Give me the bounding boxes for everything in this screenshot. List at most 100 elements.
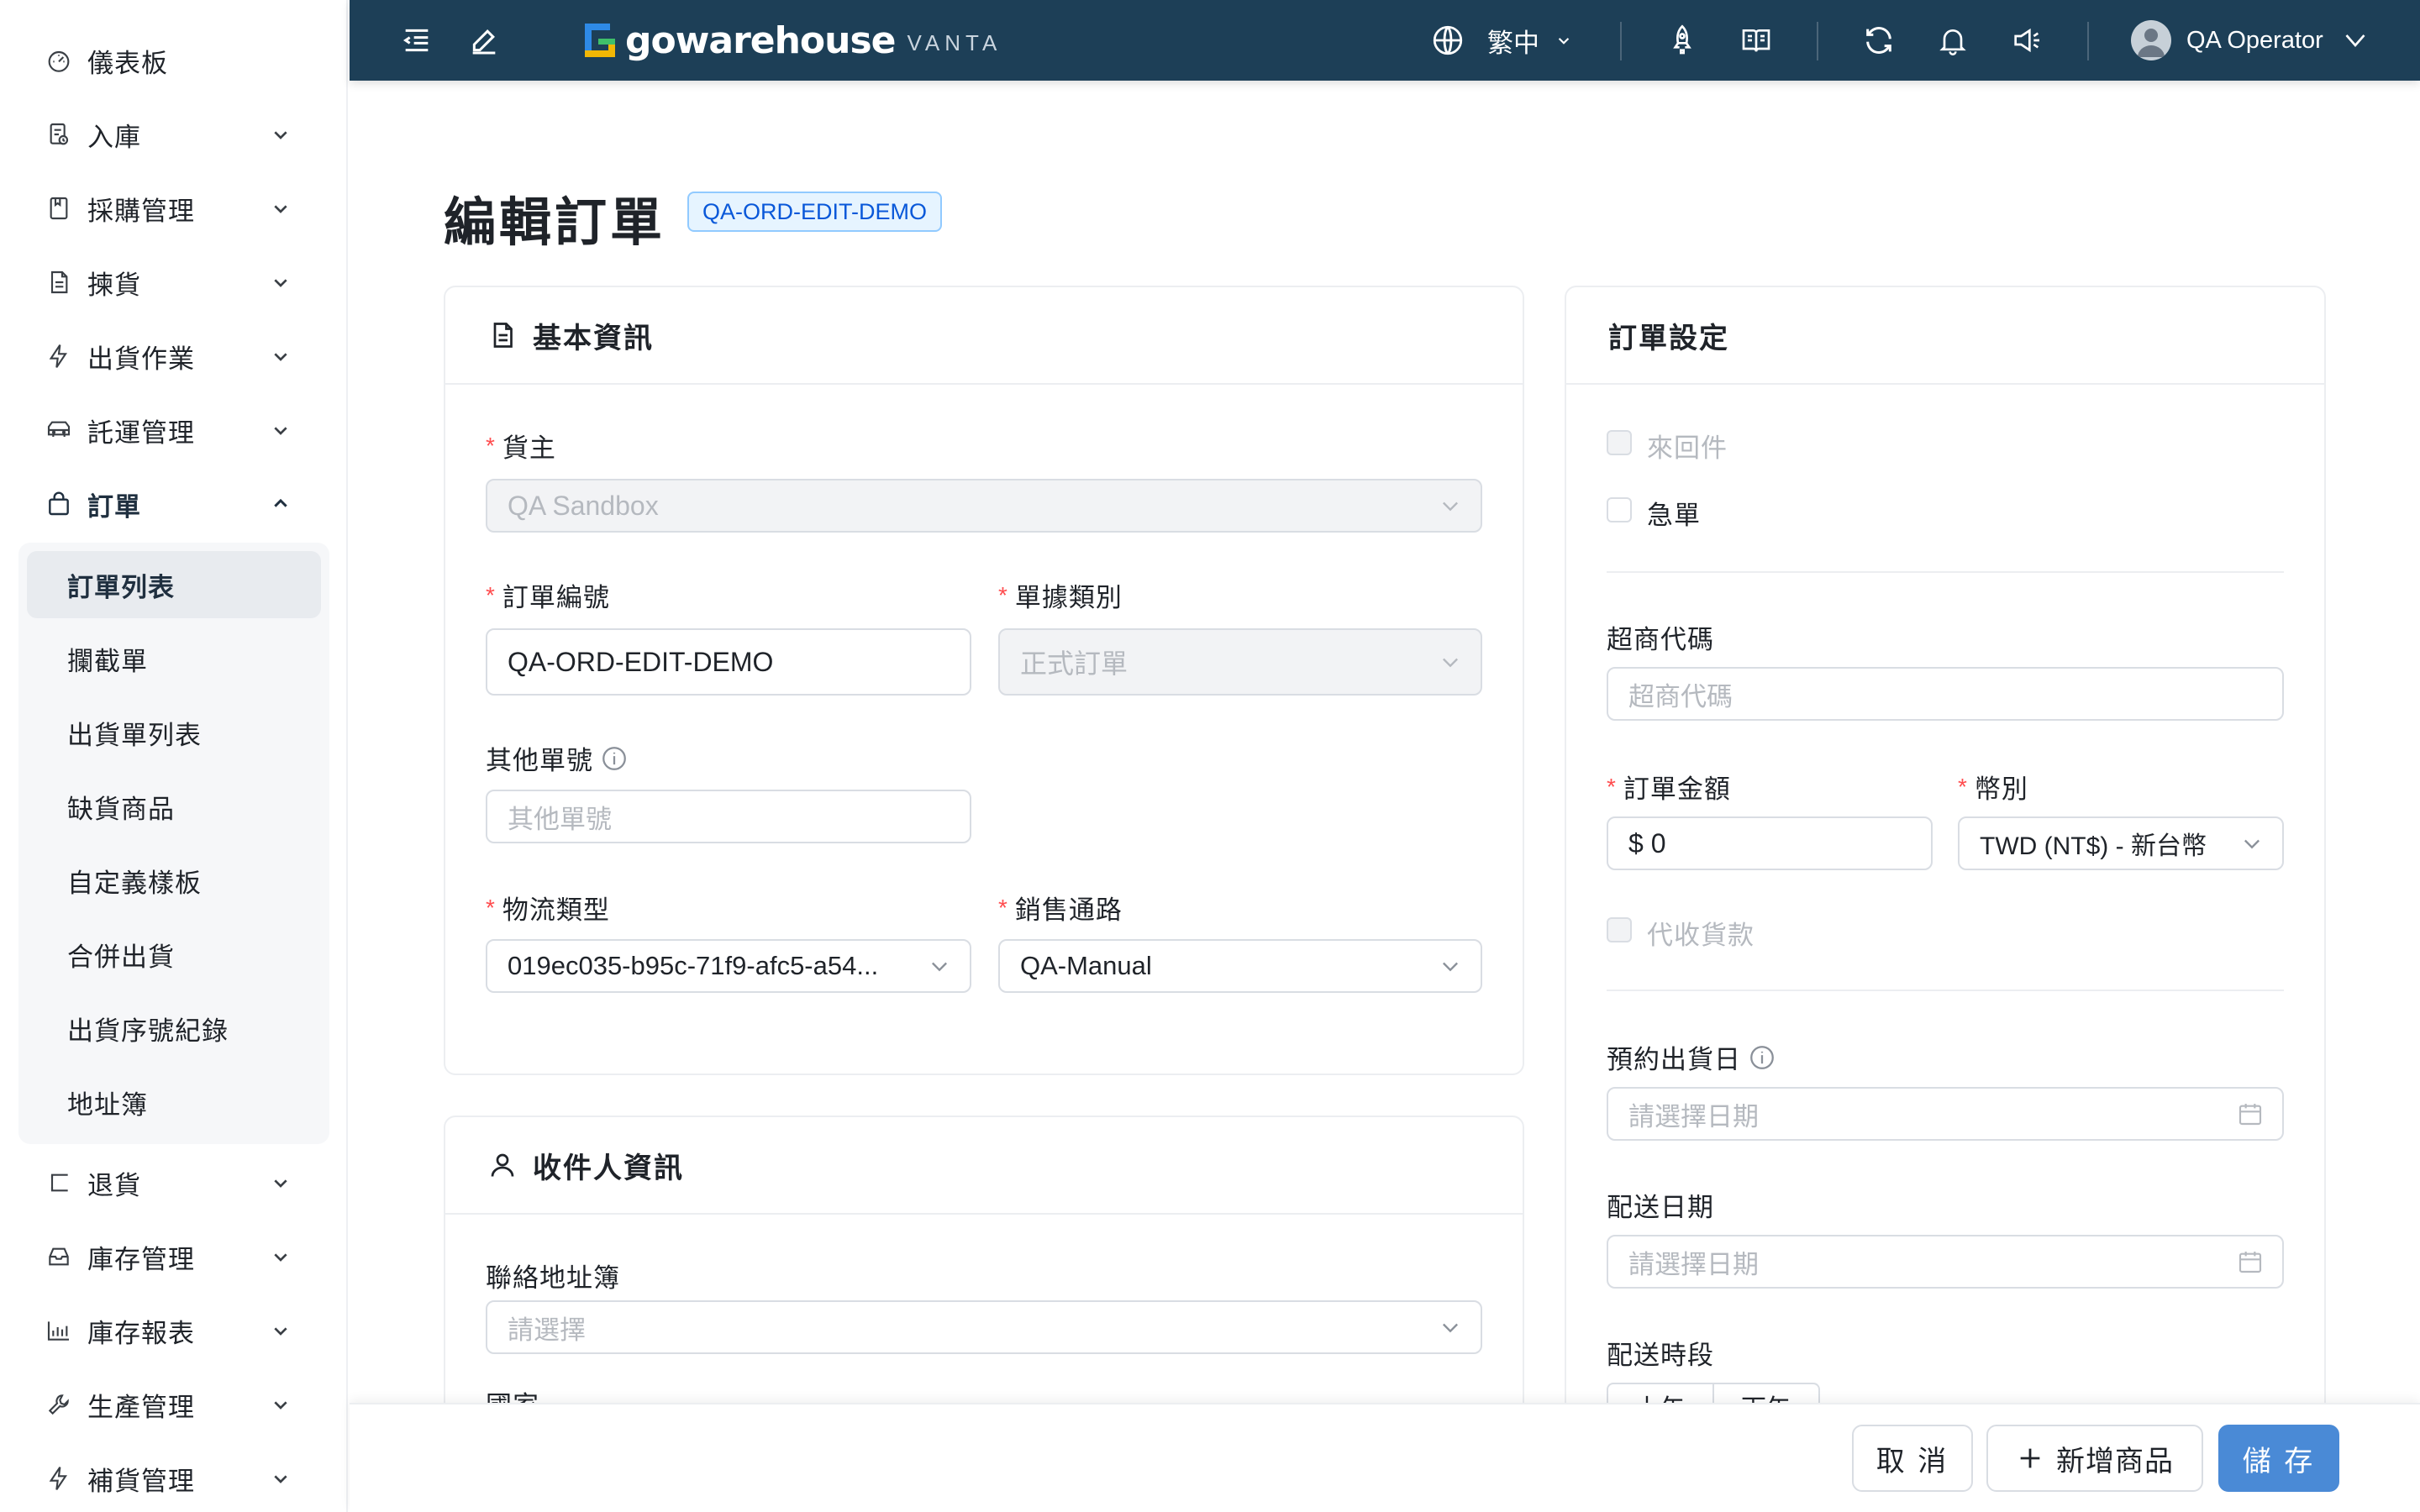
divider: [1607, 571, 2284, 573]
address-book-label: 聯絡地址簿: [486, 1257, 620, 1294]
rocket-icon[interactable]: [1662, 20, 1702, 60]
delivery-date-label: 配送日期: [1607, 1186, 1714, 1224]
order-no-input[interactable]: QA-ORD-EDIT-DEMO: [486, 628, 971, 696]
owner-select[interactable]: QA Sandbox: [486, 479, 1482, 533]
ship-date-label: 預約出貨日: [1607, 1038, 1776, 1076]
required-mark: *: [486, 581, 496, 608]
cod-label: 代收貨款: [1647, 921, 1754, 950]
cancel-button[interactable]: 取 消: [1852, 1425, 1973, 1492]
card-header: 基本資訊: [445, 287, 1523, 385]
sound-icon[interactable]: [2007, 20, 2047, 60]
submenu-item-shipment-list[interactable]: 出貨單列表: [27, 699, 321, 766]
save-button[interactable]: 儲 存: [2218, 1425, 2339, 1492]
cod-checkbox[interactable]: [1607, 917, 1632, 942]
add-product-button[interactable]: 新增商品: [1986, 1425, 2203, 1492]
time-slot-label-text: 配送時段: [1607, 1341, 1714, 1370]
chevron-down-icon: [932, 962, 947, 972]
card-title: 基本資訊: [533, 322, 654, 354]
chevron-down-icon: [274, 353, 287, 361]
inventory-icon: [44, 1242, 74, 1272]
submenu-item-intercept[interactable]: 攔截單: [27, 625, 321, 692]
sidebar-item-replenishment[interactable]: 補貨管理: [0, 1445, 348, 1512]
submenu-item-order-list[interactable]: 訂單列表: [27, 551, 321, 618]
sidebar-item-inventory[interactable]: 庫存管理: [0, 1223, 348, 1290]
refresh-icon[interactable]: [1859, 20, 1899, 60]
address-book-select[interactable]: 請選擇: [486, 1300, 1482, 1354]
ship-date-placeholder: 請選擇日期: [1628, 1101, 1759, 1131]
page-title: 編輯訂單: [444, 194, 666, 252]
submenu-item-address-book[interactable]: 地址簿: [27, 1068, 321, 1136]
sales-channel-select[interactable]: QA-Manual: [998, 939, 1482, 993]
calendar-icon: [2238, 1104, 2262, 1126]
ship-date-picker[interactable]: 請選擇日期: [1607, 1087, 2284, 1141]
info-icon[interactable]: [600, 744, 629, 773]
sidebar-item-inventory-report[interactable]: 庫存報表: [0, 1297, 348, 1364]
chevron-down-icon: [274, 1401, 287, 1410]
sidebar-item-inbound[interactable]: 入庫: [0, 101, 348, 168]
sidebar-item-shipping[interactable]: 出貨作業: [0, 323, 348, 390]
ship-date-label-text: 預約出貨日: [1607, 1045, 1741, 1074]
menu-fold-icon[interactable]: [397, 20, 437, 60]
chevron-down-icon: [274, 1327, 287, 1336]
order-amount-input[interactable]: $ 0: [1607, 816, 1933, 870]
urgent-checkbox[interactable]: [1607, 497, 1632, 522]
divider: [1607, 990, 2284, 991]
sidebar-item-returns[interactable]: 退貨: [0, 1149, 348, 1216]
order-amount-label: * 訂單金額: [1607, 768, 1731, 806]
wrench-icon: [44, 1389, 74, 1420]
submenu-item-label: 出貨序號紀錄: [67, 1016, 229, 1046]
required-mark: *: [998, 894, 1008, 921]
logistics-type-select[interactable]: 019ec035-b95c-71f9-afc5-a54...: [486, 939, 971, 993]
sidebar-item-label: 退貨: [87, 1170, 141, 1200]
logo-text: gowarehouse: [625, 18, 897, 62]
card-title: 收件人資訊: [533, 1152, 684, 1184]
order-no-label: * 訂單編號: [486, 576, 610, 614]
chevron-down-icon: [1558, 38, 1570, 45]
submenu-item-label: 合併出貨: [67, 942, 175, 972]
sidebar-item-picking[interactable]: 揀貨: [0, 249, 348, 316]
submenu-item-label: 攔截單: [67, 646, 148, 676]
edit-icon[interactable]: [464, 20, 504, 60]
doc-type-select[interactable]: 正式訂單: [998, 628, 1482, 696]
sidebar-item-purchase[interactable]: 採購管理: [0, 175, 348, 242]
sidebar-item-dashboard[interactable]: 儀表板: [0, 27, 348, 94]
required-mark: *: [486, 894, 496, 921]
picking-icon: [44, 267, 74, 297]
chevron-down-icon: [274, 1179, 287, 1188]
currency-select[interactable]: TWD (NT$) - 新台幣: [1958, 816, 2284, 870]
delivery-date-picker[interactable]: 請選擇日期: [1607, 1235, 2284, 1289]
book-icon[interactable]: [1736, 20, 1776, 60]
language-switcher[interactable]: 繁中: [1430, 18, 1575, 62]
plus-icon: [2020, 1448, 2040, 1468]
submenu-item-serial-records[interactable]: 出貨序號紀錄: [27, 995, 321, 1062]
delivery-date-placeholder: 請選擇日期: [1628, 1249, 1759, 1279]
order-no-label-text: 訂單編號: [502, 583, 610, 612]
other-no-input[interactable]: 其他單號: [486, 790, 971, 843]
store-code-input[interactable]: 超商代碼: [1607, 667, 2284, 721]
submenu-item-out-of-stock[interactable]: 缺貨商品: [27, 773, 321, 840]
sidebar-item-label: 出貨作業: [87, 344, 195, 374]
logo-subtext: VANTA: [907, 29, 1002, 55]
bell-icon[interactable]: [1933, 20, 1973, 60]
sidebar-item-consignment[interactable]: 託運管理: [0, 396, 348, 464]
sidebar-item-label: 生產管理: [87, 1392, 195, 1422]
sidebar-item-production[interactable]: 生產管理: [0, 1371, 348, 1438]
doc-type-label-text: 單據類別: [1014, 583, 1123, 612]
currency-label-text: 幣別: [1974, 774, 2028, 804]
roundtrip-checkbox[interactable]: [1607, 430, 1632, 455]
user-menu[interactable]: QA Operator: [2131, 18, 2370, 62]
owner-value: QA Sandbox: [508, 490, 659, 521]
amount-label-text: 訂單金額: [1623, 774, 1731, 804]
submenu-item-custom-template[interactable]: 自定義樣板: [27, 847, 321, 914]
urgent-label: 急單: [1647, 501, 1701, 530]
chevron-down-icon: [1443, 1323, 1458, 1333]
required-mark: *: [1958, 773, 1968, 800]
card-header: 收件人資訊: [445, 1117, 1523, 1215]
submenu-item-label: 自定義樣板: [67, 868, 202, 898]
sidebar-item-label: 訂單: [87, 491, 141, 522]
sidebar-item-orders[interactable]: 訂單: [0, 470, 348, 538]
submenu-item-merge-shipping[interactable]: 合併出貨: [27, 921, 321, 988]
info-icon[interactable]: [1748, 1043, 1776, 1072]
language-label: 繁中: [1487, 28, 1539, 58]
owner-label-text: 貨主: [502, 433, 556, 463]
